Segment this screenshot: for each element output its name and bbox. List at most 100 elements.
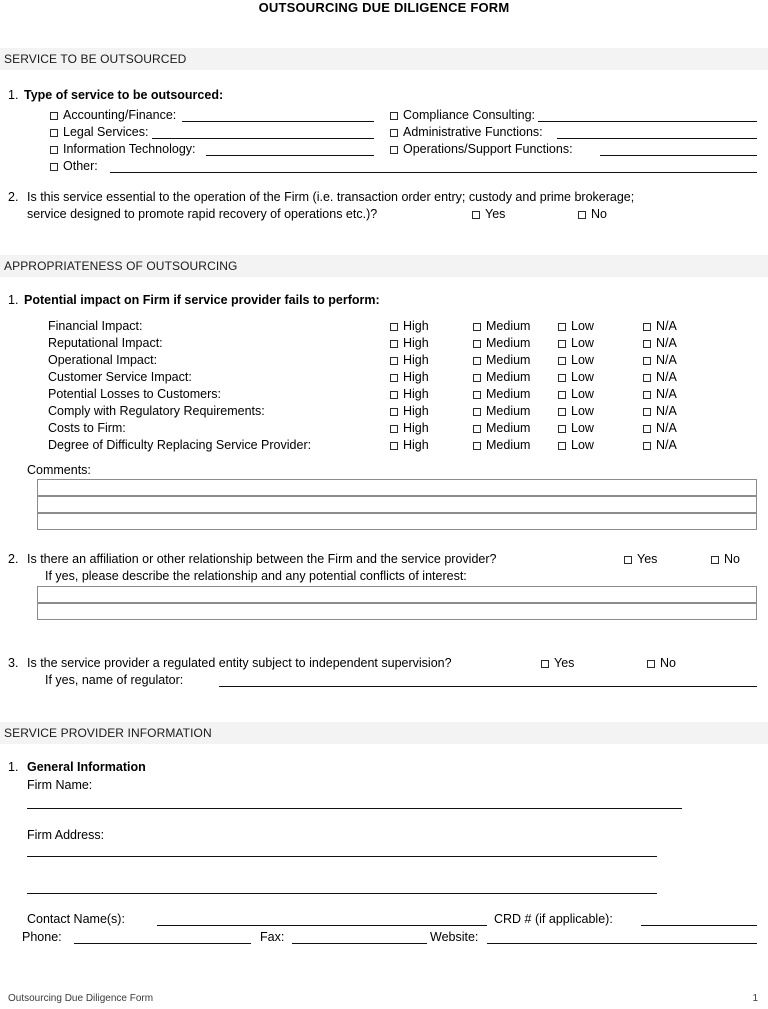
input-line-fax[interactable] xyxy=(292,943,427,944)
label-high: High xyxy=(403,319,429,333)
checkbox-operational-impact-na[interactable] xyxy=(643,357,651,365)
checkbox-reputational-impact-low[interactable] xyxy=(558,340,566,348)
checkbox-regulatory-requirements-low[interactable] xyxy=(558,408,566,416)
checkbox-regulated-entity-no[interactable] xyxy=(647,660,655,668)
comments-input-row[interactable] xyxy=(37,496,757,513)
checkbox-reputational-impact-na[interactable] xyxy=(643,340,651,348)
checkbox-accounting-finance[interactable] xyxy=(50,112,58,120)
section-header-service-provider-information: SERVICE PROVIDER INFORMATION xyxy=(0,722,768,744)
checkbox-regulated-entity-yes[interactable] xyxy=(541,660,549,668)
label-low: Low xyxy=(571,404,594,418)
checkbox-costs-to-firm-low[interactable] xyxy=(558,425,566,433)
label-legal-services: Legal Services: xyxy=(63,125,149,139)
input-line-operations-support-functions[interactable] xyxy=(600,155,757,156)
checkbox-q2-yes[interactable] xyxy=(472,211,480,219)
label-na: N/A xyxy=(656,336,677,350)
label-q2-no: No xyxy=(591,207,607,221)
input-line-firm-name[interactable] xyxy=(27,808,682,809)
comments-input-row[interactable] xyxy=(37,513,757,530)
input-line-legal-services[interactable] xyxy=(152,138,374,139)
input-line-firm-address-1[interactable] xyxy=(27,856,657,857)
label-medium: Medium xyxy=(486,319,531,333)
label-low: Low xyxy=(571,370,594,384)
checkbox-regulatory-requirements-high[interactable] xyxy=(390,408,398,416)
label-affiliation-no: No xyxy=(724,552,740,566)
checkbox-customer-service-impact-high[interactable] xyxy=(390,374,398,382)
input-line-information-technology[interactable] xyxy=(206,155,374,156)
label-na: N/A xyxy=(656,319,677,333)
checkbox-financial-impact-na[interactable] xyxy=(643,323,651,331)
crd-number-label: CRD # (if applicable): xyxy=(494,912,613,926)
checkbox-legal-services[interactable] xyxy=(50,129,58,137)
label-medium: Medium xyxy=(486,336,531,350)
checkbox-compliance-consulting[interactable] xyxy=(390,112,398,120)
input-line-website[interactable] xyxy=(487,943,757,944)
label-affiliation-yes: Yes xyxy=(637,552,658,566)
contact-name-label: Contact Name(s): xyxy=(27,912,125,926)
checkbox-difficulty-replacing-na[interactable] xyxy=(643,442,651,450)
label-high: High xyxy=(403,404,429,418)
checkbox-operational-impact-medium[interactable] xyxy=(473,357,481,365)
comments-input-row[interactable] xyxy=(37,479,757,496)
checkbox-q2-no[interactable] xyxy=(578,211,586,219)
checkbox-difficulty-replacing-medium[interactable] xyxy=(473,442,481,450)
question-2-text-line1: Is this service essential to the operati… xyxy=(27,190,635,204)
checkbox-costs-to-firm-high[interactable] xyxy=(390,425,398,433)
input-line-other[interactable] xyxy=(110,172,757,173)
checkbox-difficulty-replacing-high[interactable] xyxy=(390,442,398,450)
checkbox-customer-service-impact-low[interactable] xyxy=(558,374,566,382)
input-line-compliance-consulting[interactable] xyxy=(538,121,757,122)
checkbox-customer-service-impact-medium[interactable] xyxy=(473,374,481,382)
input-line-firm-address-2[interactable] xyxy=(27,893,657,894)
input-line-administrative-functions[interactable] xyxy=(557,138,757,139)
checkbox-difficulty-replacing-low[interactable] xyxy=(558,442,566,450)
checkbox-reputational-impact-high[interactable] xyxy=(390,340,398,348)
checkbox-potential-losses-na[interactable] xyxy=(643,391,651,399)
checkbox-financial-impact-high[interactable] xyxy=(390,323,398,331)
affiliation-input-row[interactable] xyxy=(37,603,757,620)
checkbox-regulatory-requirements-na[interactable] xyxy=(643,408,651,416)
impact-row-label: Potential Losses to Customers: xyxy=(48,387,221,401)
input-line-phone[interactable] xyxy=(74,943,251,944)
label-medium: Medium xyxy=(486,353,531,367)
checkbox-other[interactable] xyxy=(50,163,58,171)
affiliation-input-row[interactable] xyxy=(37,586,757,603)
checkbox-affiliation-yes[interactable] xyxy=(624,556,632,564)
checkbox-customer-service-impact-na[interactable] xyxy=(643,374,651,382)
checkbox-potential-losses-low[interactable] xyxy=(558,391,566,399)
input-line-accounting-finance[interactable] xyxy=(182,121,374,122)
checkbox-reputational-impact-medium[interactable] xyxy=(473,340,481,348)
checkbox-affiliation-no[interactable] xyxy=(711,556,719,564)
general-information-title: General Information xyxy=(27,760,146,774)
checkbox-operational-impact-high[interactable] xyxy=(390,357,398,365)
label-high: High xyxy=(403,438,429,452)
checkbox-financial-impact-low[interactable] xyxy=(558,323,566,331)
label-high: High xyxy=(403,421,429,435)
footer-page-number: 1 xyxy=(752,993,758,1004)
impact-row-label: Comply with Regulatory Requirements: xyxy=(48,404,265,418)
input-line-regulator-name[interactable] xyxy=(219,686,757,687)
label-low: Low xyxy=(571,319,594,333)
checkbox-financial-impact-medium[interactable] xyxy=(473,323,481,331)
checkbox-potential-losses-medium[interactable] xyxy=(473,391,481,399)
label-accounting-finance: Accounting/Finance: xyxy=(63,108,177,122)
label-operations-support-functions: Operations/Support Functions: xyxy=(403,142,573,156)
checkbox-regulatory-requirements-medium[interactable] xyxy=(473,408,481,416)
input-line-contact-name[interactable] xyxy=(157,925,487,926)
checkbox-costs-to-firm-medium[interactable] xyxy=(473,425,481,433)
section-header-label: APPROPRIATENESS OF OUTSOURCING xyxy=(4,259,238,273)
label-medium: Medium xyxy=(486,438,531,452)
checkbox-potential-losses-high[interactable] xyxy=(390,391,398,399)
firm-name-label: Firm Name: xyxy=(27,778,93,792)
checkbox-costs-to-firm-na[interactable] xyxy=(643,425,651,433)
label-na: N/A xyxy=(656,438,677,452)
label-low: Low xyxy=(571,387,594,401)
input-line-crd-number[interactable] xyxy=(641,925,757,926)
checkbox-operational-impact-low[interactable] xyxy=(558,357,566,365)
section-header-label: SERVICE TO BE OUTSOURCED xyxy=(4,52,187,66)
checkbox-operations-support-functions[interactable] xyxy=(390,146,398,154)
checkbox-information-technology[interactable] xyxy=(50,146,58,154)
impact-row-label: Degree of Difficulty Replacing Service P… xyxy=(48,438,312,452)
checkbox-administrative-functions[interactable] xyxy=(390,129,398,137)
firm-address-label: Firm Address: xyxy=(27,828,105,842)
